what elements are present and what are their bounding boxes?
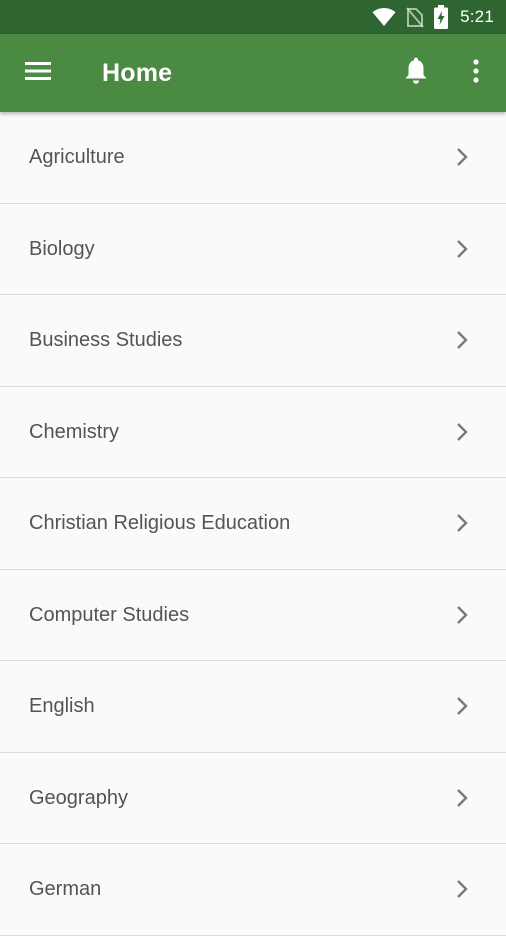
notifications-button[interactable] [396,53,436,93]
list-item-label: Christian Religious Education [29,512,291,534]
list-item-computer-studies[interactable]: Computer Studies [0,569,506,661]
wifi-icon [372,7,396,27]
list-item-german[interactable]: German [0,844,506,936]
list-item-label: English [29,695,95,717]
chevron-right-icon [452,604,472,626]
list-item-label: Chemistry [29,420,120,443]
status-icons: 5:21 [372,0,494,34]
chevron-right-icon [452,421,472,443]
status-bar: 5:21 [0,0,506,34]
chevron-right-icon [452,787,472,809]
list-item-business-studies[interactable]: Business Studies [0,295,506,387]
list-item-chemistry[interactable]: Chemistry [0,386,506,478]
list-item-label: Business Studies [29,329,183,351]
chevron-right-icon [452,146,472,168]
chevron-right-icon [452,512,472,534]
list-item-christian-religious-education[interactable]: Christian Religious Education [0,478,506,570]
list-item-label: German [29,878,102,900]
chevron-right-icon [452,878,472,900]
list-item-geography[interactable]: Geography [0,752,506,844]
chevron-right-icon [452,695,472,717]
chevron-right-icon [452,238,472,260]
more-options-button[interactable] [456,53,496,93]
app-bar: Home [0,34,506,112]
bell-icon [404,57,428,90]
list-item-agriculture[interactable]: Agriculture [0,112,506,204]
page-title: Home [102,59,173,87]
list-item-label: Biology [29,237,95,260]
chevron-right-icon [452,329,472,351]
list-item-label: Agriculture [29,146,125,168]
more-vert-icon [472,58,480,88]
list-item-biology[interactable]: Biology [0,203,506,295]
status-time: 5:21 [460,7,494,26]
list-item-label: Geography [29,786,128,809]
subject-list: Agriculture Biology Business Studies Che… [0,112,506,936]
no-sim-icon [406,6,424,28]
list-item-label: Computer Studies [29,603,190,626]
hamburger-menu-icon [25,61,51,86]
menu-button[interactable] [18,53,58,93]
list-item-english[interactable]: English [0,661,506,753]
battery-charging-icon [434,5,449,29]
